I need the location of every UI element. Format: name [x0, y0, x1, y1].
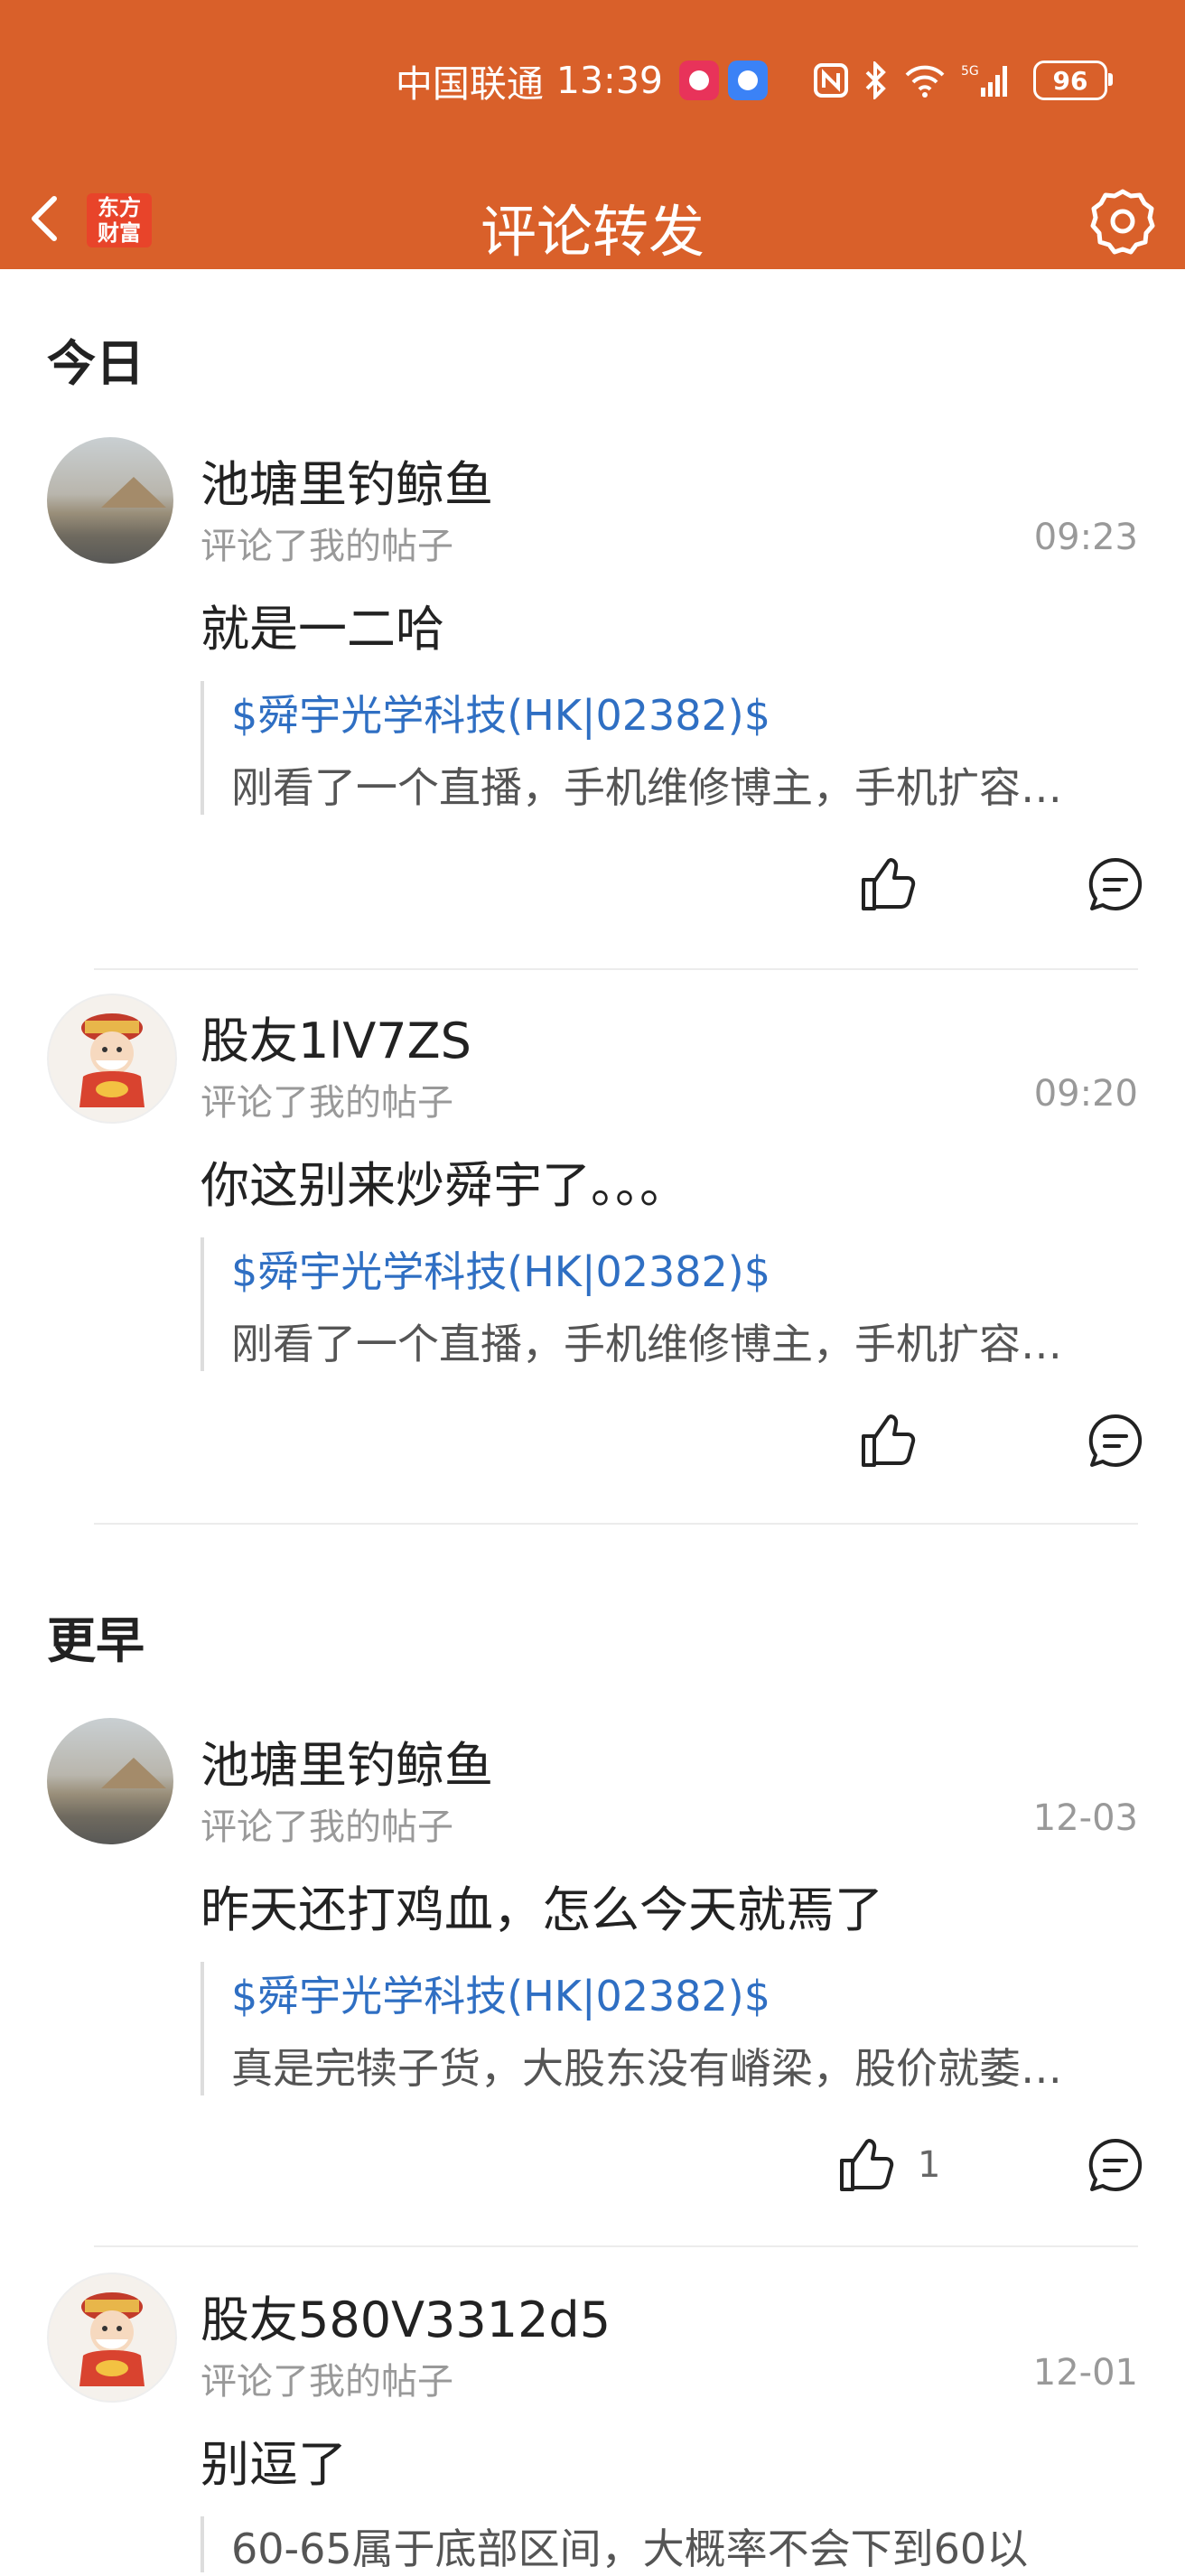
- fortune-god-avatar-icon: [79, 2292, 145, 2386]
- comment-icon: [1088, 1414, 1143, 1467]
- signal-icon: 5G: [961, 62, 1012, 98]
- battery-indicator: 96: [1033, 61, 1113, 100]
- nav-bar: 东方 财富 评论转发: [0, 163, 1185, 269]
- fortune-god-avatar-icon: [79, 1013, 145, 1107]
- status-right: 中国联通 13:39 5G 96: [395, 54, 1113, 107]
- stock-link[interactable]: $舜宇光学科技(HK|02382)$: [231, 1964, 770, 2023]
- quoted-post[interactable]: $舜宇光学科技(HK|02382)$ 刚看了一个直播，手机维修博主，手机扩容…: [201, 1237, 1143, 1371]
- divider: [94, 1523, 1138, 1525]
- thumbs-up-icon: [840, 2139, 894, 2191]
- thumbs-up-icon: [862, 1414, 916, 1467]
- reply-button[interactable]: [1086, 1411, 1145, 1470]
- system-icons: 5G 96: [813, 61, 1113, 100]
- video-app-icon: [679, 61, 719, 100]
- timestamp: 12-01: [1032, 2352, 1138, 2394]
- timestamp: 09:20: [1033, 1073, 1138, 1115]
- status-bar: 中国联通 13:39 5G 96: [0, 0, 1185, 163]
- page-title: 评论转发: [480, 199, 704, 265]
- comment-icon: [1088, 857, 1143, 910]
- gear-icon: [1090, 189, 1155, 255]
- thumbs-up-icon: [862, 858, 916, 910]
- avatar[interactable]: [47, 437, 173, 564]
- avatar[interactable]: [47, 994, 177, 1124]
- post-excerpt: 真是完犊子货，大股东没有嵴梁，股价就萎…: [231, 2044, 1062, 2093]
- comment-text[interactable]: 昨天还打鸡血，怎么今天就焉了: [201, 1870, 883, 1941]
- quoted-post[interactable]: $舜宇光学科技(HK|02382)$ 真是完犊子货，大股东没有嵴梁，股价就萎…: [201, 1962, 1143, 2095]
- username[interactable]: 池塘里钓鲸鱼: [201, 444, 493, 516]
- like-count: 1: [918, 2144, 941, 2186]
- action-text: 评论了我的帖子: [201, 2361, 453, 2403]
- username[interactable]: 股友580V3312d5: [201, 2280, 611, 2351]
- like-button[interactable]: 1: [836, 2135, 940, 2195]
- action-text: 评论了我的帖子: [201, 1806, 453, 1848]
- post-excerpt: 60-65属于底部区间，大概率不会下到60以: [231, 2525, 1029, 2573]
- like-button[interactable]: [858, 1411, 918, 1470]
- carrier-name: 中国联通: [395, 62, 544, 106]
- avatar[interactable]: [47, 1718, 173, 1844]
- reply-button[interactable]: [1086, 2135, 1145, 2195]
- divider: [94, 2245, 1138, 2247]
- svg-text:5G: 5G: [961, 64, 979, 79]
- notes-app-icon: [728, 61, 768, 100]
- timestamp: 12-03: [1032, 1797, 1138, 1839]
- comment-text[interactable]: 就是一二哈: [201, 589, 444, 660]
- timestamp: 09:23: [1033, 517, 1138, 558]
- quoted-post[interactable]: $舜宇光学科技(HK|02382)$ 刚看了一个直播，手机维修博主，手机扩容…: [201, 681, 1143, 815]
- wifi-icon: [903, 62, 947, 98]
- comment-text[interactable]: 别逗了: [201, 2424, 347, 2496]
- bluetooth-icon: [863, 61, 889, 99]
- post-excerpt: 刚看了一个直播，手机维修博主，手机扩容…: [231, 763, 1062, 812]
- action-text: 评论了我的帖子: [201, 526, 453, 567]
- comment-text[interactable]: 你这别来炒舜宇了。。。: [201, 1145, 688, 1217]
- like-button[interactable]: [858, 854, 918, 914]
- avatar[interactable]: [47, 2273, 177, 2403]
- clock: 13:39: [555, 59, 663, 102]
- section-title-earlier: 更早: [47, 1612, 145, 1669]
- username[interactable]: 池塘里钓鲸鱼: [201, 1725, 493, 1797]
- comment-icon: [1088, 2138, 1143, 2191]
- username[interactable]: 股友1lV7ZS: [201, 1001, 471, 1072]
- reply-button[interactable]: [1086, 854, 1145, 914]
- stock-link[interactable]: $舜宇光学科技(HK|02382)$: [231, 683, 770, 742]
- divider: [94, 968, 1138, 970]
- section-title-today: 今日: [47, 335, 145, 392]
- quoted-post[interactable]: 60-65属于底部区间，大概率不会下到60以: [201, 2516, 1143, 2573]
- stock-link[interactable]: $舜宇光学科技(HK|02382)$: [231, 1239, 770, 1299]
- nfc-icon: [813, 62, 849, 98]
- settings-button[interactable]: [1087, 186, 1158, 257]
- action-text: 评论了我的帖子: [201, 1082, 453, 1124]
- post-excerpt: 刚看了一个直播，手机维修博主，手机扩容…: [231, 1320, 1062, 1368]
